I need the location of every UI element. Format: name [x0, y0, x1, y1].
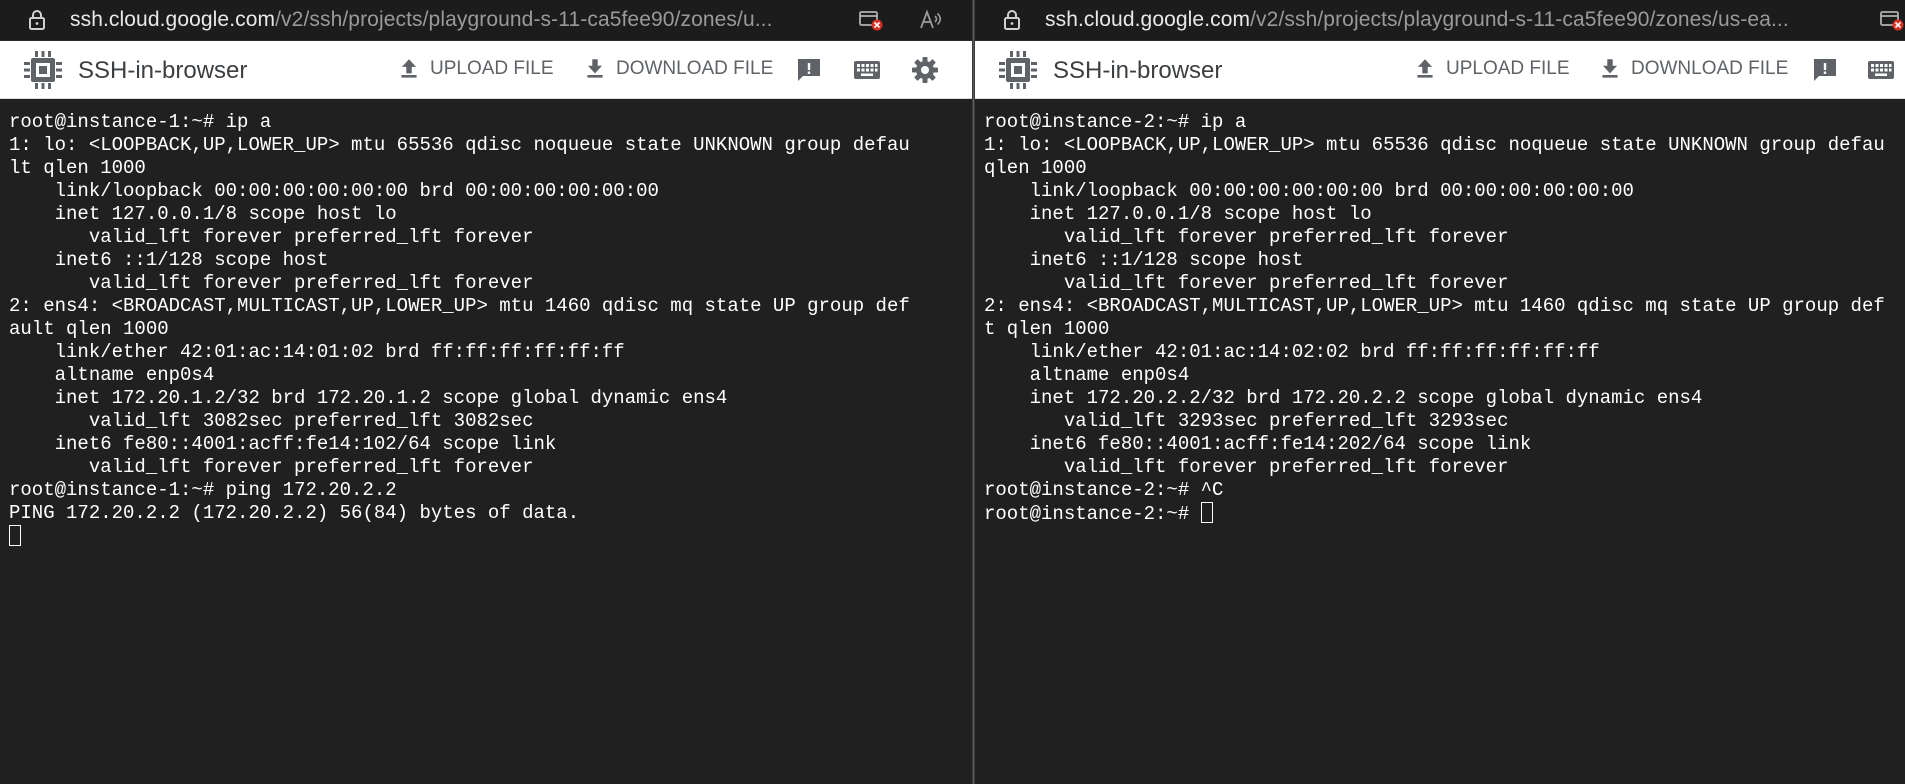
terminal-prompt-line: root@instance-2:~#	[984, 502, 1905, 525]
url-text[interactable]: ssh.cloud.google.com/v2/ssh/projects/pla…	[1045, 8, 1855, 32]
read-aloud-icon[interactable]	[918, 8, 944, 32]
terminal-line: qlen 1000	[984, 157, 1087, 179]
terminal-line: ault qlen 1000	[9, 318, 169, 340]
ssh-toolbar: SSH-in-browser UPLOAD FILE DOWNLOAD FILE	[975, 41, 1905, 99]
terminal-line: 2: ens4: <BROADCAST,MULTICAST,UP,LOWER_U…	[9, 295, 910, 317]
terminal-line: 2: ens4: <BROADCAST,MULTICAST,UP,LOWER_U…	[984, 295, 1885, 317]
terminal-line: link/loopback 00:00:00:00:00:00 brd 00:0…	[984, 180, 1634, 202]
lock-icon[interactable]	[26, 9, 48, 31]
terminal-line: link/ether 42:01:ac:14:02:02 brd ff:ff:f…	[984, 341, 1600, 363]
url-domain: ssh.cloud.google.com	[70, 8, 276, 31]
terminal-line: 1: lo: <LOOPBACK,UP,LOWER_UP> mtu 65536 …	[9, 134, 910, 156]
url-domain: ssh.cloud.google.com	[1045, 8, 1251, 31]
site-info-blocked-icon[interactable]	[1879, 8, 1905, 32]
terminal-prompt: root@instance-2:~#	[984, 503, 1201, 525]
keyboard-icon[interactable]	[852, 55, 882, 85]
cpu-chip-icon	[24, 51, 62, 89]
terminal-line: root@instance-1:~# ip a	[9, 111, 272, 133]
terminal-line: altname enp0s4	[984, 364, 1190, 386]
terminal-output[interactable]: root@instance-1:~# ip a 1: lo: <LOOPBACK…	[0, 99, 972, 784]
terminal-line: 1: lo: <LOOPBACK,UP,LOWER_UP> mtu 65536 …	[984, 134, 1885, 156]
terminal-line: valid_lft 3293sec preferred_lft 3293sec	[984, 410, 1509, 432]
url-path: /v2/ssh/projects/playground-s-11-ca5fee9…	[1250, 8, 1789, 31]
url-text[interactable]: ssh.cloud.google.com/v2/ssh/projects/pla…	[70, 8, 835, 32]
terminal-cursor	[9, 525, 21, 546]
ssh-toolbar: SSH-in-browser UPLOAD FILE DOWNLOAD FILE	[0, 41, 972, 99]
terminal-line: valid_lft forever preferred_lft forever	[984, 272, 1509, 294]
cpu-chip-icon	[999, 51, 1037, 89]
upload-file-label: UPLOAD FILE	[1446, 58, 1570, 79]
terminal-line: inet 172.20.2.2/32 brd 172.20.2.2 scope …	[984, 387, 1703, 409]
download-file-button[interactable]: DOWNLOAD FILE	[582, 54, 773, 84]
gear-icon[interactable]	[910, 55, 940, 85]
terminal-line: inet6 ::1/128 scope host	[984, 249, 1304, 271]
upload-file-button[interactable]: UPLOAD FILE	[396, 54, 554, 84]
terminal-line: link/ether 42:01:ac:14:01:02 brd ff:ff:f…	[9, 341, 625, 363]
terminal-line: root@instance-2:~# ^C	[984, 479, 1224, 501]
terminal-line: inet6 fe80::4001:acff:fe14:202/64 scope …	[984, 433, 1532, 455]
terminal-cursor	[1200, 502, 1213, 523]
upload-file-label: UPLOAD FILE	[430, 58, 554, 79]
terminal-cursor-line	[9, 525, 972, 548]
terminal-line: valid_lft forever preferred_lft forever	[984, 226, 1509, 248]
feedback-icon[interactable]	[794, 55, 824, 85]
download-icon	[587, 59, 603, 78]
browser-pane-left: ssh.cloud.google.com/v2/ssh/projects/pla…	[0, 0, 972, 784]
download-icon	[1602, 59, 1618, 78]
site-info-blocked-icon[interactable]	[858, 8, 884, 32]
url-path: /v2/ssh/projects/playground-s-11-ca5fee9…	[275, 8, 773, 31]
upload-icon	[401, 59, 417, 78]
app-title: SSH-in-browser	[78, 57, 248, 84]
lock-icon[interactable]	[1001, 9, 1023, 31]
terminal-line: inet6 ::1/128 scope host	[9, 249, 329, 271]
terminal-line: root@instance-1:~# ping 172.20.2.2	[9, 479, 397, 501]
terminal-line: inet 172.20.1.2/32 brd 172.20.1.2 scope …	[9, 387, 728, 409]
terminal-line: inet 127.0.0.1/8 scope host lo	[9, 203, 397, 225]
terminal-line: valid_lft forever preferred_lft forever	[9, 272, 534, 294]
terminal-line: lt qlen 1000	[9, 157, 146, 179]
terminal-line: PING 172.20.2.2 (172.20.2.2) 56(84) byte…	[9, 502, 580, 524]
app-title: SSH-in-browser	[1053, 57, 1223, 84]
terminal-line: valid_lft 3082sec preferred_lft 3082sec	[9, 410, 534, 432]
download-file-label: DOWNLOAD FILE	[616, 58, 774, 79]
download-file-button[interactable]: DOWNLOAD FILE	[1597, 54, 1788, 84]
address-bar[interactable]: ssh.cloud.google.com/v2/ssh/projects/pla…	[0, 0, 972, 41]
terminal-line: link/loopback 00:00:00:00:00:00 brd 00:0…	[9, 180, 659, 202]
terminal-line: inet 127.0.0.1/8 scope host lo	[984, 203, 1372, 225]
terminal-line: valid_lft forever preferred_lft forever	[9, 226, 534, 248]
terminal-line: root@instance-2:~# ip a	[984, 111, 1247, 133]
download-file-label: DOWNLOAD FILE	[1631, 58, 1789, 79]
terminal-line: valid_lft forever preferred_lft forever	[984, 456, 1509, 478]
address-bar[interactable]: ssh.cloud.google.com/v2/ssh/projects/pla…	[975, 0, 1905, 41]
keyboard-icon[interactable]	[1866, 55, 1896, 85]
terminal-line: t qlen 1000	[984, 318, 1110, 340]
terminal-line: inet6 fe80::4001:acff:fe14:102/64 scope …	[9, 433, 557, 455]
upload-file-button[interactable]: UPLOAD FILE	[1412, 54, 1570, 84]
terminal-line: altname enp0s4	[9, 364, 215, 386]
feedback-icon[interactable]	[1810, 55, 1840, 85]
upload-icon	[1417, 59, 1433, 78]
browser-pane-right: ssh.cloud.google.com/v2/ssh/projects/pla…	[975, 0, 1905, 784]
terminal-line: valid_lft forever preferred_lft forever	[9, 456, 534, 478]
terminal-output[interactable]: root@instance-2:~# ip a 1: lo: <LOOPBACK…	[975, 99, 1905, 784]
